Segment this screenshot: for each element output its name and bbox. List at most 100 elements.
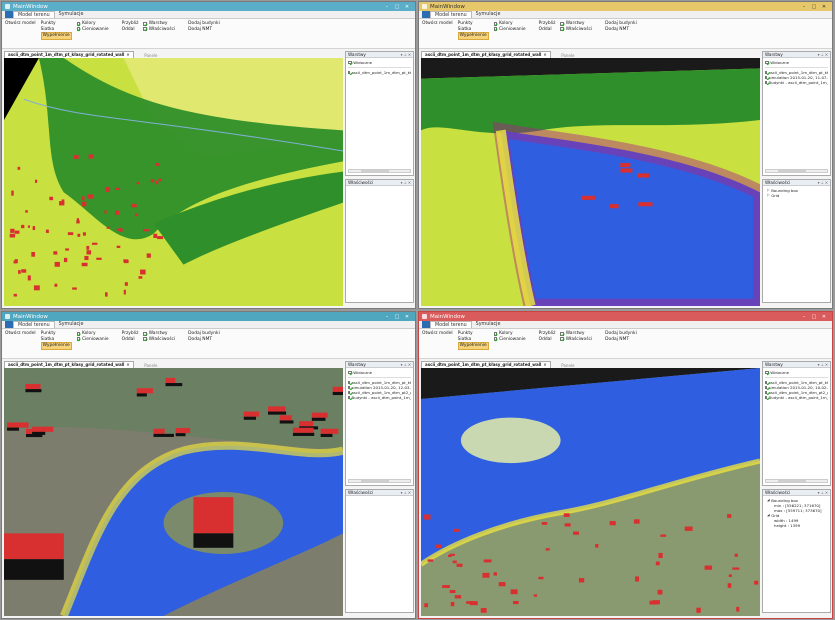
close-icon[interactable]: ✕ — [825, 490, 828, 495]
3d-terrain-viewport[interactable] — [421, 58, 760, 306]
horizontal-scrollbar[interactable] — [765, 169, 828, 173]
close-icon[interactable]: ✕ — [402, 314, 412, 320]
layer-item[interactable]: Budynki - ascii_dtm_point_1m_dtm_pt2_gri… — [765, 395, 828, 400]
close-icon[interactable]: ✕ — [825, 362, 828, 367]
horizontal-scrollbar[interactable] — [765, 479, 828, 483]
maximize-icon[interactable]: □ — [809, 4, 819, 10]
pin-icon[interactable]: ▾ — [818, 490, 820, 495]
minimize-icon[interactable]: – — [382, 314, 392, 320]
title-bar[interactable]: MainWindow – □ ✕ — [2, 312, 415, 321]
oddal-button[interactable]: Oddal — [539, 337, 556, 343]
close-tab-icon[interactable]: ✕ — [126, 362, 129, 367]
tab-model-terenu[interactable]: Model terenu — [13, 11, 55, 18]
wlasciwosci-checkbox[interactable]: Właściwości — [560, 337, 592, 343]
close-icon[interactable]: ✕ — [408, 362, 411, 367]
close-icon[interactable]: ✕ — [408, 52, 411, 57]
3d-terrain-viewport[interactable] — [4, 368, 343, 616]
tab-model-terenu[interactable]: Model terenu — [13, 321, 55, 328]
minimize-icon[interactable]: – — [382, 4, 392, 10]
3d-terrain-viewport[interactable] — [4, 58, 343, 306]
layer-item[interactable]: Budynki - ascii_dtm_point_1m_dtm — [348, 395, 411, 400]
scrollbar-thumb[interactable] — [778, 480, 806, 482]
close-icon[interactable]: ✕ — [402, 4, 412, 10]
close-icon[interactable]: ✕ — [408, 180, 411, 185]
open-model-button[interactable]: Otwórz model — [422, 21, 453, 27]
tab-model-terenu[interactable]: Model terenu — [430, 11, 472, 18]
pin-icon[interactable]: ▾ — [818, 180, 820, 185]
3d-terrain-viewport[interactable] — [421, 368, 760, 616]
pin-icon[interactable]: ▾ — [401, 180, 403, 185]
tab-symulacje[interactable]: Symulacje — [55, 11, 88, 18]
title-bar[interactable]: MainWindow – □ ✕ — [419, 312, 832, 321]
scrollbar-thumb[interactable] — [778, 170, 806, 172]
property-group[interactable]: ▷ Grid — [765, 193, 828, 198]
pin-icon[interactable]: ▾ — [818, 362, 820, 367]
pin-icon[interactable]: ⊥ — [821, 490, 824, 495]
pin-icon[interactable]: ▾ — [401, 362, 403, 367]
expander-icon[interactable]: ◢ — [767, 513, 770, 518]
maximize-icon[interactable]: □ — [809, 314, 819, 320]
wypelnienie-button[interactable]: Wypełnienie — [40, 342, 72, 350]
tab-file[interactable] — [422, 321, 430, 328]
wypelnienie-button[interactable]: Wypełnienie — [457, 342, 489, 350]
maximize-icon[interactable]: □ — [392, 314, 402, 320]
pin-icon[interactable]: ⊥ — [821, 52, 824, 57]
maximize-icon[interactable]: □ — [392, 4, 402, 10]
tab-file[interactable] — [5, 321, 13, 328]
close-icon[interactable]: ✕ — [819, 4, 829, 10]
expander-icon[interactable]: ▷ — [767, 193, 770, 198]
tab-symulacje[interactable]: Symulacje — [472, 11, 505, 18]
tab-symulacje[interactable]: Symulacje — [472, 321, 505, 328]
expander-icon[interactable]: ◢ — [767, 498, 770, 503]
tab-model-terenu[interactable]: Model terenu — [430, 321, 472, 328]
oddal-button[interactable]: Oddal — [539, 27, 556, 33]
pin-icon[interactable]: ⊥ — [404, 52, 407, 57]
cieniowanie-checkbox[interactable]: Cieniowanie — [76, 337, 109, 343]
add-dtm-button[interactable]: Dodaj NMT — [188, 337, 220, 343]
open-model-button[interactable]: Otwórz model — [5, 331, 36, 337]
all-visible-checkbox[interactable]: Widoczne — [348, 370, 411, 378]
scrollbar-thumb[interactable] — [361, 480, 389, 482]
pin-icon[interactable]: ▾ — [401, 52, 403, 57]
pin-icon[interactable]: ⊥ — [821, 180, 824, 185]
minimize-icon[interactable]: – — [799, 4, 809, 10]
close-tab-icon[interactable]: ✕ — [543, 362, 546, 367]
close-icon[interactable]: ✕ — [825, 52, 828, 57]
open-model-button[interactable]: Otwórz model — [5, 21, 36, 27]
layer-item[interactable]: ascii_dtm_point_1m_dtm_pt_kła — [348, 70, 411, 75]
cieniowanie-checkbox[interactable]: Cieniowanie — [493, 27, 526, 33]
oddal-button[interactable]: Oddal — [122, 27, 139, 33]
document-tab[interactable]: ascii_dtm_point_1m_dtm_pt_kłasy_grid_rot… — [421, 361, 760, 368]
tab-file[interactable] — [5, 11, 13, 18]
close-tab-icon[interactable]: ✕ — [126, 52, 129, 57]
close-icon[interactable]: ✕ — [408, 490, 411, 495]
all-visible-checkbox[interactable]: Widoczne — [765, 370, 828, 378]
pin-icon[interactable]: ⊥ — [404, 362, 407, 367]
pin-icon[interactable]: ⊥ — [821, 362, 824, 367]
oddal-button[interactable]: Oddal — [122, 337, 139, 343]
wlasciwosci-checkbox[interactable]: Właściwości — [143, 337, 175, 343]
all-visible-checkbox[interactable]: Widoczne — [348, 60, 411, 68]
add-dtm-button[interactable]: Dodaj NMT — [605, 337, 637, 343]
document-tab[interactable]: ascii_dtm_point_1m_dtm_pt_kłasy_grid_rot… — [4, 51, 343, 58]
document-tab[interactable]: ascii_dtm_point_1m_dtm_pt_kłasy_grid_rot… — [421, 51, 760, 58]
close-icon[interactable]: ✕ — [819, 314, 829, 320]
horizontal-scrollbar[interactable] — [348, 479, 411, 483]
pin-icon[interactable]: ⊥ — [404, 490, 407, 495]
cieniowanie-checkbox[interactable]: Cieniowanie — [76, 27, 109, 33]
minimize-icon[interactable]: – — [799, 314, 809, 320]
scrollbar-thumb[interactable] — [361, 170, 389, 172]
title-bar[interactable]: MainWindow – □ ✕ — [419, 2, 832, 11]
pin-icon[interactable]: ⊥ — [404, 180, 407, 185]
wlasciwosci-checkbox[interactable]: Właściwości — [143, 27, 175, 33]
document-tab[interactable]: ascii_dtm_point_1m_dtm_pt_kłasy_grid_rot… — [4, 361, 343, 368]
close-tab-icon[interactable]: ✕ — [543, 52, 546, 57]
close-icon[interactable]: ✕ — [825, 180, 828, 185]
wlasciwosci-checkbox[interactable]: Właściwości — [560, 27, 592, 33]
cieniowanie-checkbox[interactable]: Cieniowanie — [493, 337, 526, 343]
tab-symulacje[interactable]: Symulacje — [55, 321, 88, 328]
horizontal-scrollbar[interactable] — [348, 169, 411, 173]
open-model-button[interactable]: Otwórz model — [422, 331, 453, 337]
add-dtm-button[interactable]: Dodaj NMT — [605, 27, 637, 33]
layer-item[interactable]: Budynki - ascii_dtm_point_1m_dtm — [765, 80, 828, 85]
